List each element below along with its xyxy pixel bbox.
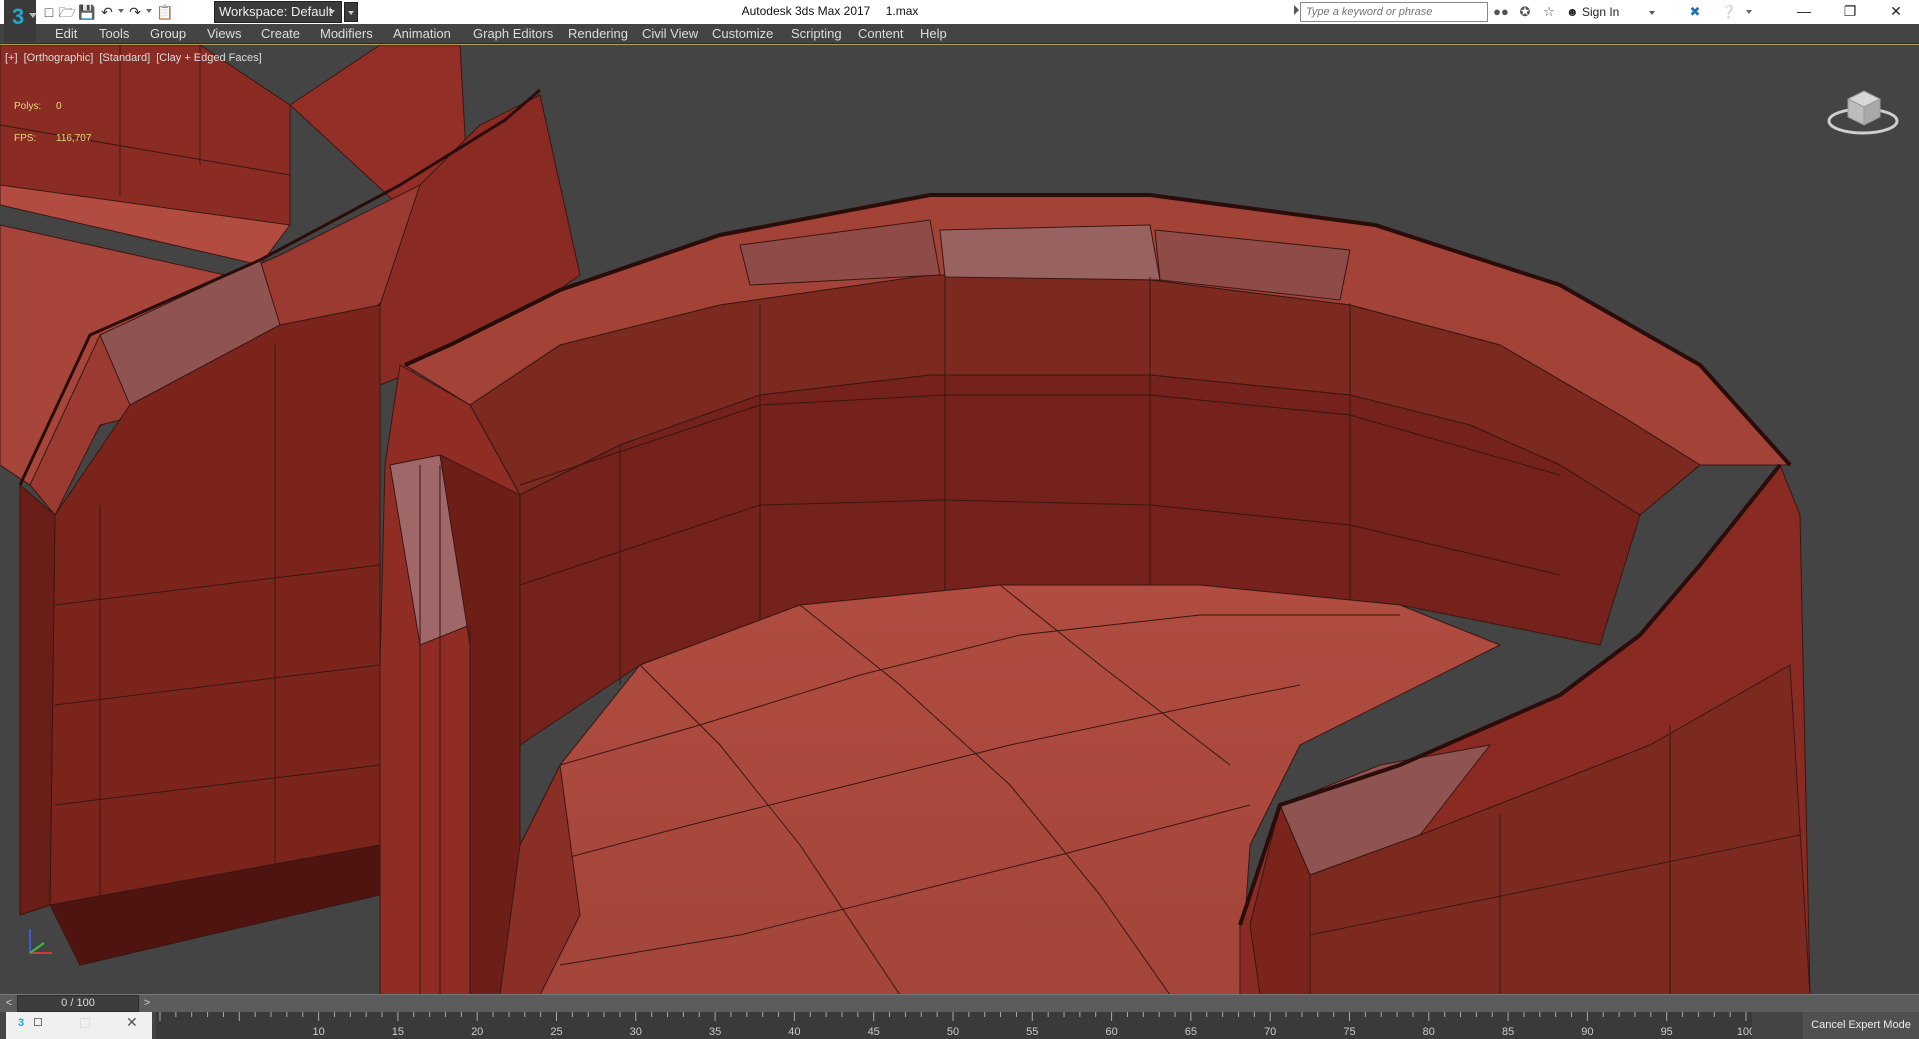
menu-group[interactable]: Group bbox=[150, 26, 186, 41]
axis-tripod-icon bbox=[29, 929, 52, 954]
track-tick-label: 70 bbox=[1264, 1026, 1276, 1038]
track-tick-label: 45 bbox=[868, 1026, 880, 1038]
exchange-apps-icon[interactable]: ✖ bbox=[1686, 3, 1704, 21]
time-slider-thumb[interactable]: 0 / 100 bbox=[17, 995, 139, 1012]
track-tick-label: 30 bbox=[630, 1026, 642, 1038]
fps-stat: FPS: 116,707 bbox=[14, 133, 91, 165]
track-tick-label: 15 bbox=[392, 1026, 404, 1038]
minimize-button[interactable]: — bbox=[1781, 0, 1827, 24]
track-tick-label: 55 bbox=[1026, 1026, 1038, 1038]
polys-stat: Polys: 0 bbox=[14, 101, 62, 133]
viewport-shading-menu[interactable]: [Clay + Edged Faces] bbox=[156, 52, 261, 64]
track-tick-label: 40 bbox=[788, 1026, 800, 1038]
viewport-standard-menu[interactable]: [Standard] bbox=[99, 52, 150, 64]
menu-animation[interactable]: Animation bbox=[393, 26, 451, 41]
search-expand-icon[interactable] bbox=[1294, 5, 1299, 15]
track-tick-label: 35 bbox=[709, 1026, 721, 1038]
application-menu-arrow bbox=[29, 13, 37, 18]
viewport-label-menu[interactable]: [+] [Orthographic] [Standard] [Clay + Ed… bbox=[5, 52, 265, 64]
track-bar-ruler[interactable]: 10 15 20 25 30 35 40 45 50 55 60 65 70 75 80 85 90 95 100 bbox=[156, 1012, 1755, 1039]
time-slider-next-button[interactable]: > bbox=[140, 996, 154, 1011]
sign-in-button[interactable]: ☻ Sign In bbox=[1566, 3, 1655, 21]
menu-tools[interactable]: Tools bbox=[99, 26, 129, 41]
viewport-general-menu[interactable]: [+] bbox=[5, 52, 18, 64]
scene-geometry[interactable] bbox=[0, 45, 1919, 994]
search-input[interactable] bbox=[1301, 3, 1487, 21]
menu-graph-editors[interactable]: Graph Editors bbox=[473, 26, 553, 41]
track-tick-label: 80 bbox=[1423, 1026, 1435, 1038]
track-tick-label: 95 bbox=[1661, 1026, 1673, 1038]
fps-label: FPS: bbox=[14, 133, 37, 144]
3dsmax-logo-icon: 3 bbox=[12, 4, 25, 29]
menu-create[interactable]: Create bbox=[261, 26, 300, 41]
track-tick-label: 100 bbox=[1737, 1026, 1752, 1038]
favorites-star-icon[interactable]: ☆ bbox=[1540, 3, 1558, 21]
track-tick-label: 75 bbox=[1343, 1026, 1355, 1038]
menu-help[interactable]: Help bbox=[920, 26, 947, 41]
viewcube-icon[interactable] bbox=[1826, 79, 1900, 139]
time-slider-prev-button[interactable]: < bbox=[2, 996, 16, 1011]
track-tick-label: 65 bbox=[1185, 1026, 1197, 1038]
menu-bar: Edit Tools Group Views Create Modifiers … bbox=[0, 24, 1919, 44]
menu-customize[interactable]: Customize bbox=[712, 26, 773, 41]
track-tick-label: 20 bbox=[471, 1026, 483, 1038]
restore-button[interactable]: ❐ bbox=[1827, 0, 1873, 24]
cancel-expert-mode-button[interactable]: Cancel Expert Mode bbox=[1803, 1012, 1919, 1039]
bottom-bar: 3 ✕ 10 15 20 25 30 35 40 45 50 55 60 65 70 75 80 85 90 95… bbox=[0, 1012, 1919, 1039]
perspective-viewport[interactable]: [+] [Orthographic] [Standard] [Clay + Ed… bbox=[0, 44, 1919, 994]
help-dropdown-arrow[interactable] bbox=[1746, 10, 1752, 14]
track-tick-label: 25 bbox=[550, 1026, 562, 1038]
search-box[interactable] bbox=[1300, 2, 1488, 22]
time-slider[interactable]: < 0 / 100 > bbox=[0, 994, 1919, 1012]
close-button[interactable]: ✕ bbox=[1873, 0, 1919, 24]
help-icon[interactable]: ❔ bbox=[1720, 3, 1738, 21]
maximize-icon[interactable] bbox=[80, 1018, 90, 1028]
restore-icon[interactable] bbox=[34, 1018, 42, 1026]
sign-in-label: Sign In bbox=[1581, 5, 1620, 19]
menu-rendering[interactable]: Rendering bbox=[568, 26, 628, 41]
app-logo[interactable]: 3 bbox=[4, 0, 37, 42]
menu-views[interactable]: Views bbox=[207, 26, 241, 41]
menu-content[interactable]: Content bbox=[858, 26, 904, 41]
track-tick-label: 50 bbox=[947, 1026, 959, 1038]
binoculars-icon[interactable]: ●● bbox=[1492, 3, 1510, 21]
minimized-panel[interactable]: 3 ✕ bbox=[6, 1012, 152, 1039]
chair-left-arm[interactable] bbox=[379, 364, 521, 994]
polys-value: 0 bbox=[56, 101, 62, 112]
viewport-point-of-view-menu[interactable]: [Orthographic] bbox=[24, 52, 94, 64]
viewport-statistics: Polys: 0 FPS: 116,707 bbox=[14, 101, 91, 165]
user-icon: ☻ bbox=[1566, 5, 1579, 19]
subscription-center-icon[interactable]: ✪ bbox=[1516, 3, 1534, 21]
track-tick-label: 85 bbox=[1502, 1026, 1514, 1038]
menu-modifiers[interactable]: Modifiers bbox=[320, 26, 373, 41]
polys-label: Polys: bbox=[14, 101, 42, 112]
chevron-down-icon bbox=[1648, 10, 1655, 15]
mini-3dsmax-icon: 3 bbox=[18, 1017, 25, 1029]
file-name: 1.max bbox=[885, 4, 919, 18]
menu-scripting[interactable]: Scripting bbox=[791, 26, 842, 41]
menu-civil-view[interactable]: Civil View bbox=[642, 26, 698, 41]
title-bar: □ 🗁 💾 ↶ ↷ 📋 Workspace: Default Autodesk … bbox=[0, 0, 1919, 24]
track-tick-label: 10 bbox=[312, 1026, 324, 1038]
fps-value: 116,707 bbox=[56, 133, 92, 144]
app-title: Autodesk 3ds Max 2017 bbox=[741, 4, 871, 18]
track-bar[interactable]: 10 15 20 25 30 35 40 45 50 55 60 65 70 75 80 85 90 95 100 bbox=[156, 1012, 1755, 1039]
menu-edit[interactable]: Edit bbox=[55, 26, 77, 41]
track-tick-label: 90 bbox=[1581, 1026, 1593, 1038]
close-icon[interactable]: ✕ bbox=[126, 1014, 138, 1031]
track-tick-label: 60 bbox=[1105, 1026, 1117, 1038]
